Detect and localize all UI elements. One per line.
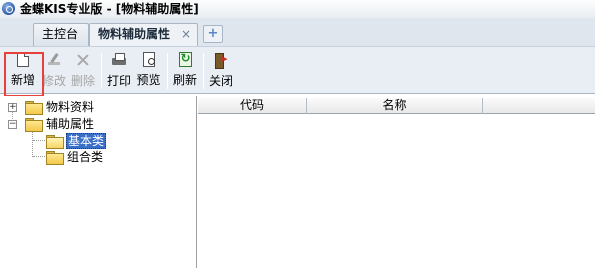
column-header-name[interactable]: 名称 <box>307 98 483 114</box>
detail-grid: 代码 名称 <box>198 96 595 268</box>
folder-icon <box>46 151 64 165</box>
category-tree: + 物料资料 − 辅助属性 基本类 组合类 <box>0 96 197 268</box>
toolbar-separator <box>167 53 168 89</box>
delete-button[interactable]: 删除 <box>69 50 97 92</box>
tree-node-label: 组合类 <box>67 150 104 164</box>
print-button[interactable]: 打印 <box>105 50 133 92</box>
kingdee-logo-icon <box>2 2 15 15</box>
print-button-label: 打印 <box>106 74 131 88</box>
new-button-highlight <box>4 52 44 97</box>
edit-icon <box>46 52 62 68</box>
tree-node-label: 辅助属性 <box>46 117 95 131</box>
open-folder-icon <box>46 135 64 149</box>
window-title: 金蝶KIS专业版 - [物料辅助属性] <box>20 2 199 16</box>
collapse-icon[interactable]: − <box>8 120 17 129</box>
column-header-code[interactable]: 代码 <box>198 98 307 114</box>
grid-header: 代码 名称 <box>198 98 595 114</box>
folder-icon <box>25 101 43 115</box>
printer-icon <box>111 52 127 68</box>
tree-node-label: 物料资料 <box>46 100 95 114</box>
tree-node-material-data[interactable]: + 物料资料 <box>0 99 197 115</box>
close-icon[interactable]: × <box>181 24 191 45</box>
preview-button-label: 预览 <box>136 73 161 87</box>
close-button[interactable]: 关闭 <box>207 50 235 92</box>
toolbar-separator <box>101 53 102 89</box>
tab-material-aux-attributes[interactable]: 物料辅助属性 × <box>89 23 198 46</box>
tree-node-label: 基本类 <box>66 133 107 149</box>
preview-button[interactable]: 预览 <box>134 50 163 92</box>
tab-label: 物料辅助属性 <box>98 27 171 41</box>
refresh-button-label: 刷新 <box>172 73 197 87</box>
add-tab-icon[interactable]: + <box>203 25 223 43</box>
tab-main-console[interactable]: 主控台 <box>33 23 89 46</box>
delete-icon <box>75 52 91 68</box>
close-button-label: 关闭 <box>208 74 233 88</box>
toolbar: 新增 修改 删除 打印 预览 刷新 关闭 <box>0 46 595 94</box>
refresh-icon <box>178 51 192 67</box>
folder-icon <box>25 118 43 132</box>
tree-node-aux-attributes[interactable]: − 辅助属性 <box>0 116 197 132</box>
exit-icon <box>213 52 229 69</box>
window-titlebar: 金蝶KIS专业版 - [物料辅助属性] <box>0 0 595 18</box>
tree-node-combo-class[interactable]: 组合类 <box>0 149 197 165</box>
tree-node-basic-class[interactable]: 基本类 <box>0 133 197 149</box>
edit-button-label: 修改 <box>41 74 66 88</box>
refresh-button[interactable]: 刷新 <box>171 50 199 92</box>
toolbar-separator <box>203 53 204 89</box>
expand-icon[interactable]: + <box>8 103 17 112</box>
tab-strip: 主控台 物料辅助属性 × + <box>0 18 595 46</box>
tab-label: 主控台 <box>42 27 79 41</box>
edit-button[interactable]: 修改 <box>41 50 67 92</box>
preview-icon <box>142 52 155 67</box>
delete-button-label: 删除 <box>70 74 95 88</box>
